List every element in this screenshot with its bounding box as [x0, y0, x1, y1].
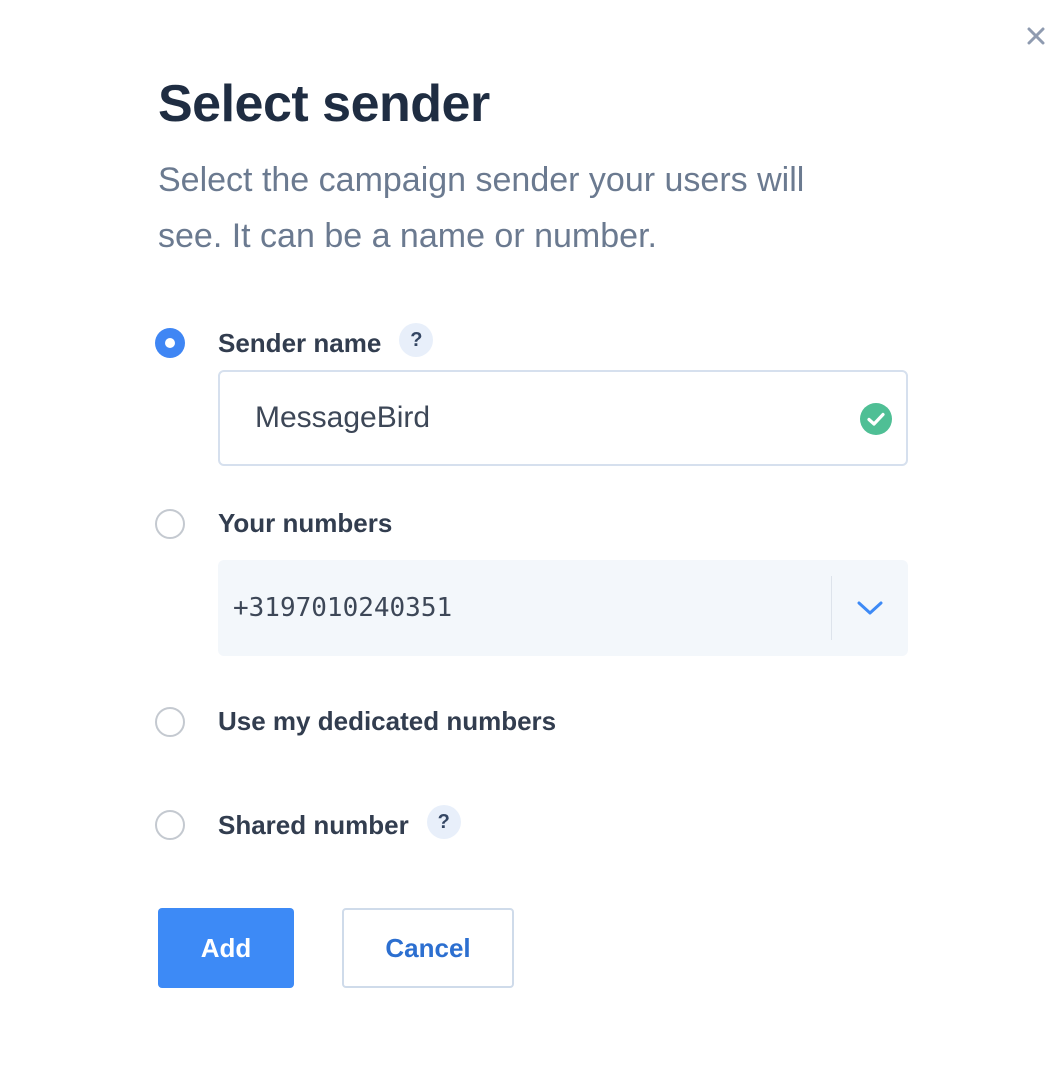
dropdown-toggle[interactable]	[832, 560, 908, 656]
option-sender-name[interactable]: Sender name ?	[155, 323, 434, 360]
sender-name-help-icon[interactable]: ?	[399, 323, 434, 357]
check-circle-icon	[860, 403, 892, 435]
sender-name-input[interactable]	[253, 400, 817, 436]
close-button[interactable]	[1022, 22, 1050, 50]
your-numbers-label[interactable]: Your numbers	[218, 508, 392, 539]
option-shared-number[interactable]: Shared number ?	[155, 805, 461, 842]
chevron-down-icon	[857, 601, 883, 615]
shared-number-label[interactable]: Shared number	[218, 810, 409, 841]
dialog-subtitle: Select the campaign sender your users wi…	[158, 161, 805, 255]
sender-name-radio[interactable]	[155, 328, 185, 358]
your-numbers-value: +3197010240351	[233, 593, 453, 623]
shared-number-help-icon[interactable]: ?	[426, 805, 461, 839]
dedicated-numbers-radio[interactable]	[155, 706, 185, 737]
shared-number-radio[interactable]	[155, 810, 185, 840]
select-sender-dialog: Select sender Select the campaign sender…	[0, 0, 1064, 1082]
your-numbers-select[interactable]: +3197010240351	[218, 560, 908, 656]
cancel-button[interactable]: Cancel	[342, 908, 514, 988]
sender-name-field[interactable]	[218, 370, 908, 466]
your-numbers-radio[interactable]	[155, 508, 185, 539]
sender-name-label[interactable]: Sender name	[218, 328, 381, 359]
dedicated-numbers-label[interactable]: Use my dedicated numbers	[218, 706, 556, 737]
option-dedicated-numbers[interactable]: Use my dedicated numbers	[155, 706, 556, 737]
option-your-numbers[interactable]: Your numbers	[155, 508, 392, 539]
close-icon	[1027, 27, 1045, 45]
dialog-title: Select sender	[158, 75, 490, 133]
add-button[interactable]: Add	[158, 908, 294, 988]
